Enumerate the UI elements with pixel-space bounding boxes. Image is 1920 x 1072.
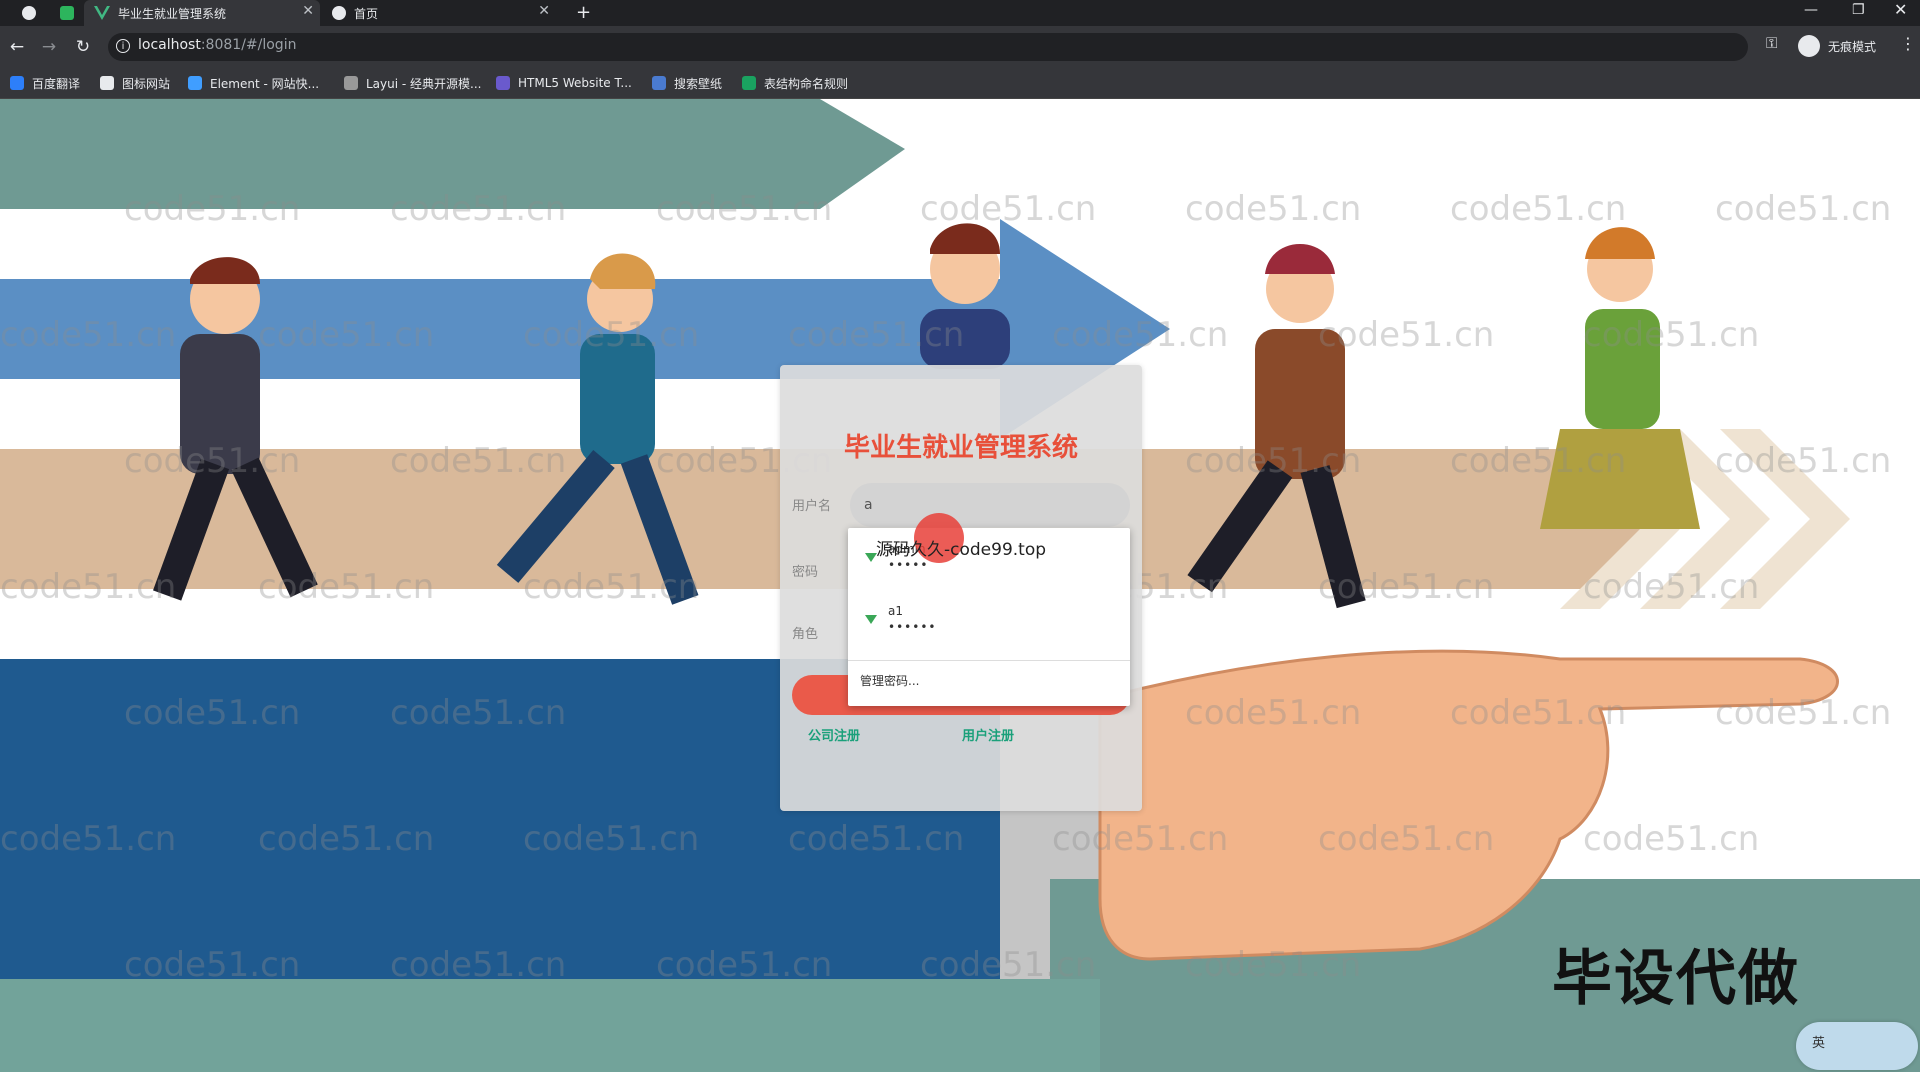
tab-login[interactable]: 毕业生就业管理系统 ✕	[84, 0, 320, 26]
url-host: localhost	[138, 37, 201, 53]
menu-dots-icon[interactable]: ⋮	[1900, 34, 1916, 53]
profile-label[interactable]: 无痕模式	[1828, 38, 1876, 55]
back-button[interactable]: ←	[6, 36, 28, 58]
url-path: :8081/#/login	[200, 37, 297, 53]
role-label: 角色	[792, 627, 819, 642]
tab-strip: 毕业生就业管理系统 ✕ 首页 ✕ + — ❐ ✕	[0, 0, 1920, 26]
tab-title: 首页	[354, 6, 379, 21]
layui-logo-icon	[344, 76, 358, 90]
tab-close-icon[interactable]: ✕	[538, 3, 550, 19]
bookmark-label: Element - 网站快...	[210, 76, 320, 91]
globe-icon	[332, 6, 346, 20]
key-icon[interactable]: ⚿	[1766, 34, 1777, 52]
bookmark-item[interactable]: HTML5 Website T...	[496, 73, 632, 93]
autofill-username: a1	[888, 604, 903, 618]
manage-passwords-link[interactable]: 管理密码...	[860, 672, 919, 689]
wallpaper-icon	[652, 76, 666, 90]
app-favicon-icon[interactable]	[60, 6, 74, 20]
divider	[848, 660, 1130, 661]
bookmark-icon	[10, 76, 24, 90]
overlay-watermark-text: 源码久久-code99.top	[876, 540, 1047, 560]
incognito-avatar[interactable]	[1798, 35, 1820, 57]
username-input[interactable]	[850, 483, 1130, 527]
ime-label: 英	[1812, 1036, 1826, 1051]
forward-button[interactable]: →	[38, 36, 60, 58]
minimize-button[interactable]: —	[1804, 2, 1818, 18]
bookmark-item[interactable]: 搜索壁纸	[652, 73, 722, 93]
bookmark-item[interactable]: 图标网站	[100, 73, 170, 93]
tab-title: 毕业生就业管理系统	[118, 6, 227, 21]
new-tab-button[interactable]: +	[576, 2, 591, 23]
info-icon[interactable]: i	[116, 39, 130, 53]
reload-button[interactable]: ↻	[72, 36, 94, 58]
user-register-link[interactable]: 用户注册	[962, 725, 1014, 744]
tab-close-icon[interactable]: ✕	[302, 3, 314, 19]
bookmark-item[interactable]: Layui - 经典开源模...	[344, 73, 481, 93]
bookmark-label: 百度翻译	[32, 76, 81, 91]
vue-logo-icon	[94, 6, 110, 20]
bookmark-label: Layui - 经典开源模...	[366, 76, 482, 91]
url-text[interactable]: localhost:8081/#/login	[138, 37, 296, 53]
tab-home[interactable]: 首页 ✕	[324, 0, 556, 26]
autofill-item[interactable]: a1 ••••••	[848, 590, 1130, 646]
close-window-button[interactable]: ✕	[1894, 0, 1907, 19]
bookmark-item[interactable]: 表结构命名规则	[742, 73, 848, 93]
username-label: 用户名	[792, 499, 832, 514]
company-register-link[interactable]: 公司注册	[808, 725, 860, 744]
ime-widget[interactable]: 英	[1796, 1022, 1918, 1070]
flag-icon	[100, 76, 114, 90]
bookmark-label: HTML5 Website T...	[518, 76, 632, 90]
restore-button[interactable]: ❐	[1852, 2, 1865, 18]
autofill-password: ••••••	[888, 620, 937, 634]
bookmark-label: 图标网站	[122, 76, 171, 91]
browser-menu-icon[interactable]	[22, 6, 36, 20]
bookmark-item[interactable]: 百度翻译	[10, 73, 80, 93]
bookmark-item[interactable]: Element - 网站快...	[188, 73, 319, 93]
address-bar[interactable]	[108, 33, 1748, 61]
bookmark-label: 表结构命名规则	[764, 76, 849, 91]
element-logo-icon	[188, 76, 202, 90]
sheet-icon	[742, 76, 756, 90]
autofill-password: •••••	[888, 558, 929, 572]
bookmark-label: 搜索壁纸	[674, 76, 723, 91]
html5-icon	[496, 76, 510, 90]
login-title: 毕业生就业管理系统	[843, 433, 1078, 463]
key-icon	[865, 615, 877, 624]
password-label: 密码	[792, 565, 819, 580]
promo-text: 毕设代做	[1552, 944, 1800, 1014]
